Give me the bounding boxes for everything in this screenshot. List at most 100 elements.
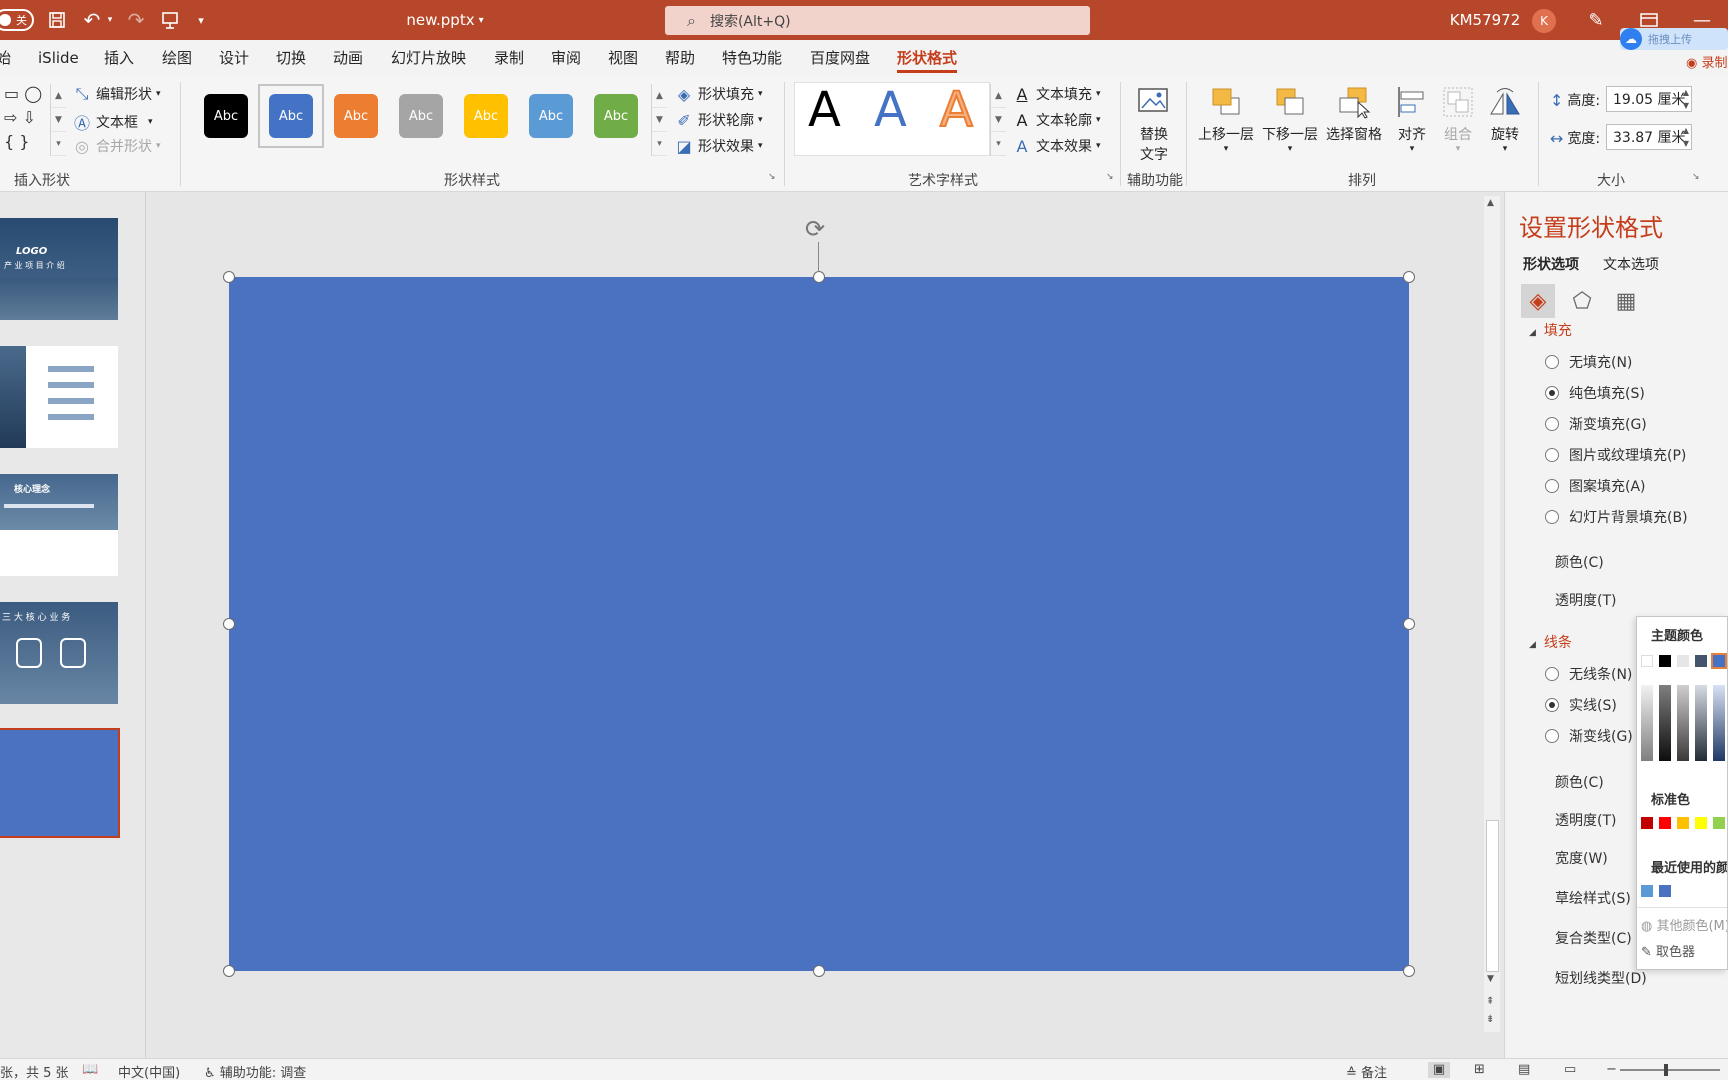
- group-button[interactable]: 组合 ▾: [1440, 84, 1476, 154]
- fill-option-none[interactable]: 无填充(N): [1545, 352, 1632, 372]
- send-backward-button[interactable]: 下移一层 ▾: [1262, 84, 1318, 154]
- theme-shade-column[interactable]: [1659, 685, 1671, 761]
- wordart-gallery-scroll[interactable]: ▲ ▼ ▾: [990, 84, 1006, 156]
- zoom-slider[interactable]: [1620, 1069, 1720, 1071]
- slide-sorter-icon[interactable]: ⊞: [1474, 1062, 1485, 1077]
- standard-color-yellow[interactable]: [1695, 817, 1707, 829]
- wordart-style-orange[interactable]: A: [939, 81, 974, 139]
- scrollbar-thumb[interactable]: [1486, 820, 1499, 972]
- save-icon[interactable]: [44, 0, 70, 40]
- tab-draw[interactable]: 绘图: [162, 40, 192, 76]
- align-button[interactable]: 对齐 ▾: [1394, 84, 1430, 154]
- edit-shape-button[interactable]: ⤡ 编辑形状 ▾: [72, 84, 161, 104]
- theme-color-blue[interactable]: [1711, 653, 1727, 669]
- theme-color-white[interactable]: [1641, 655, 1653, 667]
- radio-button[interactable]: [1545, 355, 1559, 369]
- resize-handle-bottom[interactable]: [813, 965, 825, 977]
- slide-thumbnail-1[interactable]: LOGO 产 业 项 目 介 绍: [0, 218, 118, 320]
- previous-slide-icon[interactable]: ⇞: [1486, 996, 1494, 1007]
- wordart-style-blue[interactable]: A: [874, 82, 907, 138]
- recent-color-2[interactable]: [1659, 885, 1671, 897]
- text-box-button[interactable]: Ⓐ 文本框 ▾: [72, 110, 153, 134]
- customize-qat-icon[interactable]: ▾: [192, 0, 210, 40]
- tab-home[interactable]: 始: [0, 40, 11, 76]
- zoom-out-icon[interactable]: −: [1606, 1062, 1617, 1077]
- resize-handle-top[interactable]: [813, 271, 825, 283]
- brace-shapes-icon[interactable]: { }: [4, 130, 29, 154]
- tab-record[interactable]: 录制: [494, 40, 524, 76]
- dialog-launcher-icon[interactable]: ↘: [1106, 172, 1114, 182]
- tab-review[interactable]: 审阅: [551, 40, 581, 76]
- tab-slideshow[interactable]: 幻灯片放映: [391, 40, 466, 76]
- wordart-style-black[interactable]: A: [808, 82, 841, 138]
- tab-help[interactable]: 帮助: [665, 40, 695, 76]
- resize-handle-bottom-right[interactable]: [1403, 965, 1415, 977]
- merge-shapes-button[interactable]: ◎ 合并形状 ▾: [72, 136, 161, 156]
- tab-view[interactable]: 视图: [608, 40, 638, 76]
- document-title[interactable]: new.pptx ▾: [395, 0, 495, 40]
- spin-down-icon[interactable]: ▼: [1683, 101, 1689, 110]
- fill-option-picture[interactable]: 图片或纹理填充(P): [1545, 445, 1686, 465]
- text-outline-button[interactable]: A 文本轮廓 ▾: [1012, 110, 1101, 130]
- theme-color-light-gray[interactable]: [1677, 655, 1689, 667]
- tab-shape-format[interactable]: 形状格式: [897, 40, 958, 76]
- fill-option-pattern[interactable]: 图案填充(A): [1545, 476, 1646, 496]
- selection-pane-button[interactable]: 选择窗格: [1326, 84, 1382, 144]
- standard-color-orange[interactable]: [1677, 817, 1689, 829]
- dialog-launcher-icon[interactable]: ↘: [768, 172, 776, 182]
- arrow-shapes-icon[interactable]: ⇨ ⇩: [4, 106, 36, 130]
- radio-button[interactable]: [1545, 698, 1559, 712]
- redo-icon[interactable]: ↷: [124, 0, 148, 40]
- accessibility-status[interactable]: ♿ 辅助功能: 调查: [204, 1062, 306, 1080]
- scroll-down-icon[interactable]: ▼: [1487, 974, 1494, 984]
- expand-gallery-icon[interactable]: ▾: [652, 132, 667, 156]
- tab-animations[interactable]: 动画: [333, 40, 363, 76]
- shape-effects-button[interactable]: ◪ 形状效果 ▾: [674, 136, 762, 156]
- radio-button[interactable]: [1545, 479, 1559, 493]
- text-fill-button[interactable]: A 文本填充 ▾: [1012, 84, 1101, 104]
- style-swatch-green[interactable]: Abc: [594, 94, 638, 138]
- selected-rectangle-shape[interactable]: [229, 277, 1409, 971]
- language-indicator[interactable]: 中文(中国): [118, 1062, 180, 1080]
- resize-handle-top-right[interactable]: [1403, 271, 1415, 283]
- avatar[interactable]: K: [1532, 9, 1556, 33]
- slide-thumbnail-2[interactable]: [0, 346, 118, 448]
- theme-shade-column[interactable]: [1713, 685, 1725, 761]
- tab-transitions[interactable]: 切换: [276, 40, 306, 76]
- slide-thumbnail-5[interactable]: [0, 728, 120, 838]
- eyedropper-item[interactable]: ✎ 取色器: [1641, 941, 1695, 960]
- notes-button[interactable]: ≙ 备注: [1346, 1062, 1387, 1080]
- record-button[interactable]: ◉ 录制: [1686, 52, 1728, 72]
- slide-thumbnail-4[interactable]: 三 大 核 心 业 务: [0, 602, 118, 704]
- tab-special-features[interactable]: 特色功能: [722, 40, 782, 76]
- line-section-header[interactable]: ◢ 线条: [1529, 632, 1572, 652]
- style-swatch-lightblue[interactable]: Abc: [529, 94, 573, 138]
- resize-handle-right[interactable]: [1403, 618, 1415, 630]
- spell-check-icon[interactable]: 📖: [82, 1062, 98, 1077]
- present-from-start-icon[interactable]: [158, 0, 182, 40]
- rotation-handle-icon[interactable]: ⟳: [805, 215, 835, 245]
- drag-upload-chip[interactable]: ☁ 拖拽上传: [1620, 28, 1728, 50]
- height-spinner[interactable]: ▲ ▼: [1680, 86, 1692, 112]
- resize-handle-left[interactable]: [223, 618, 235, 630]
- user-account-name[interactable]: KM57972: [1445, 0, 1525, 40]
- zoom-slider-thumb[interactable]: [1664, 1064, 1668, 1076]
- scroll-up-icon[interactable]: ▲: [51, 84, 66, 108]
- fill-option-slide-background[interactable]: 幻灯片背景填充(B): [1545, 507, 1688, 527]
- scroll-down-icon[interactable]: ▼: [991, 108, 1006, 132]
- rectangle-icon[interactable]: ▭ ◯: [4, 82, 42, 106]
- scroll-up-icon[interactable]: ▲: [991, 84, 1006, 108]
- tab-shape-options[interactable]: 形状选项: [1523, 254, 1579, 274]
- tab-text-options[interactable]: 文本选项: [1603, 254, 1659, 274]
- line-option-gradient[interactable]: 渐变线(G): [1545, 726, 1633, 746]
- theme-shade-column[interactable]: [1641, 685, 1653, 761]
- effects-pentagon-icon[interactable]: ⬠: [1565, 284, 1599, 318]
- reading-view-icon[interactable]: ▤: [1518, 1062, 1530, 1077]
- style-swatch-gray[interactable]: Abc: [399, 94, 443, 138]
- scroll-down-icon[interactable]: ▼: [652, 108, 667, 132]
- theme-shade-column[interactable]: [1695, 685, 1707, 761]
- style-swatch-orange[interactable]: Abc: [334, 94, 378, 138]
- expand-gallery-icon[interactable]: ▾: [991, 132, 1006, 156]
- tab-islide[interactable]: iSlide: [38, 40, 79, 76]
- rotate-button[interactable]: 旋转 ▾: [1487, 84, 1523, 154]
